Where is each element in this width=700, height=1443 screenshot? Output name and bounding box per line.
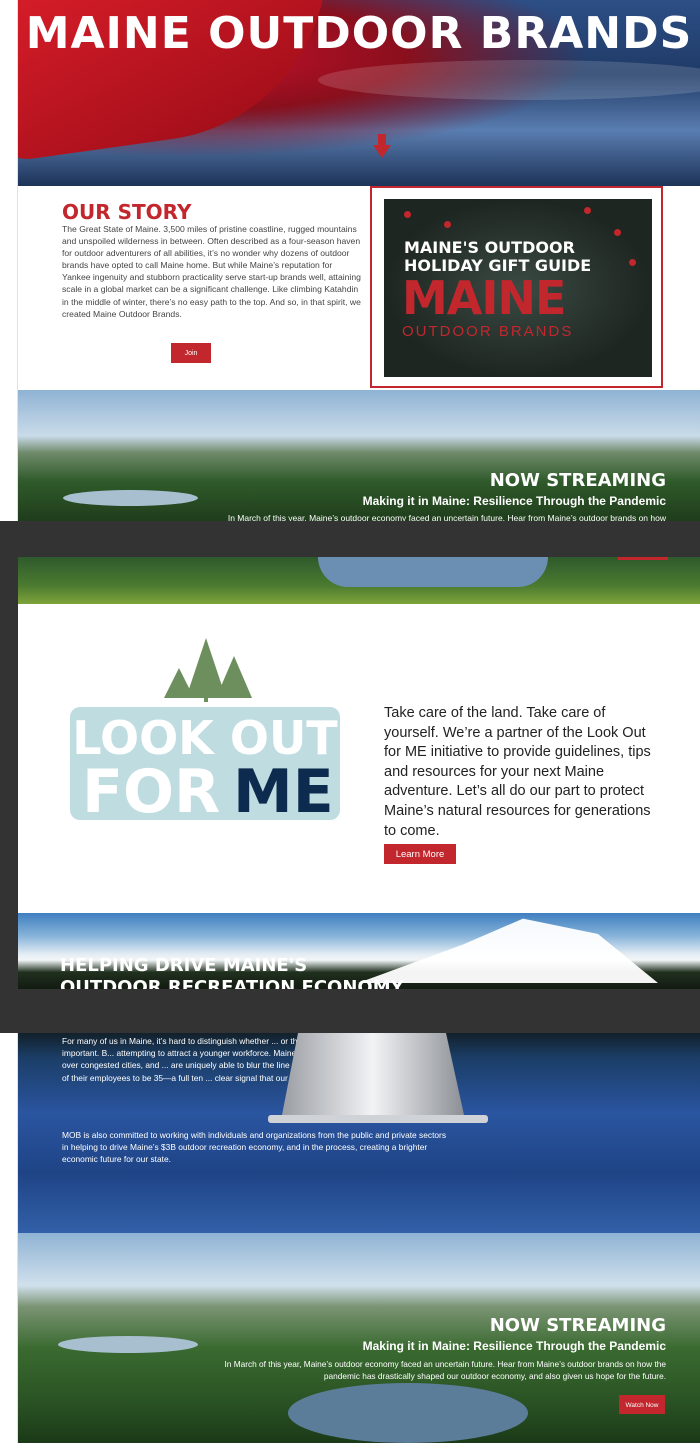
gift-guide-banner[interactable]: MAINE'S OUTDOOR HOLIDAY GIFT GUIDE MAINE… xyxy=(384,199,652,377)
hero-banner: MAINE OUTDOOR BRANDS xyxy=(18,0,700,186)
helping-title-line2: OUTDOOR RECREATION ECONOMY xyxy=(60,977,404,989)
our-story-body: The Great State of Maine. 3,500 miles of… xyxy=(62,224,361,319)
gift-guide-brand: MAINE xyxy=(402,271,566,325)
gift-guide-heading: MAINE'S OUTDOOR HOLIDAY GIFT GUIDE xyxy=(404,239,591,275)
logo-for: FOR xyxy=(82,757,220,826)
water-image xyxy=(318,557,548,587)
forest-strip-image xyxy=(18,557,700,604)
water-ripple xyxy=(318,60,700,100)
gift-guide-subbrand: OUTDOOR BRANDS xyxy=(402,323,574,340)
now-streaming-subtitle: Making it in Maine: Resilience Through t… xyxy=(362,1339,666,1353)
learn-more-button[interactable]: Learn More xyxy=(384,844,456,864)
now-streaming-description: In March of this year, Maine’s outdoor e… xyxy=(224,1359,666,1381)
lake-image xyxy=(58,1336,198,1353)
now-streaming-banner-bottom: NOW STREAMING Making it in Maine: Resili… xyxy=(18,1233,700,1443)
look-out-for-me-logo[interactable]: LOOK OUT FOR ME xyxy=(70,636,340,826)
helping-drive-title: HELPING DRIVE MAINE'S OUTDOOR RECREATION… xyxy=(60,955,404,989)
lake-image xyxy=(288,1383,528,1443)
helping-drive-banner: HELPING DRIVE MAINE'S OUTDOOR RECREATION… xyxy=(18,913,700,989)
berry-decoration xyxy=(614,229,621,236)
our-story-section: OUR STORY The Great State of Maine. 3,50… xyxy=(18,186,700,390)
monitor-stand-image xyxy=(268,1033,488,1123)
pine-trees-icon xyxy=(164,638,252,702)
logo-me: ME xyxy=(233,757,334,826)
hero-title: MAINE OUTDOOR BRANDS xyxy=(25,8,693,59)
economy-paragraph-2: MOB is also committed to working with in… xyxy=(62,1130,447,1165)
now-streaming-banner-top: NOW STREAMING Making it in Maine: Resili… xyxy=(18,390,700,521)
look-out-for-me-text: Take care of the land. Take care of your… xyxy=(384,705,651,839)
join-now-button[interactable]: Join Now xyxy=(171,343,211,377)
helping-title-line1: HELPING DRIVE MAINE'S xyxy=(60,955,308,976)
our-story-title: OUR STORY xyxy=(62,200,192,224)
red-accent xyxy=(618,557,668,560)
scroll-down-arrow-icon[interactable] xyxy=(373,134,391,158)
now-streaming-description: In March of this year, Maine’s outdoor e… xyxy=(227,513,666,521)
now-streaming-title: NOW STREAMING xyxy=(489,470,666,491)
watch-now-button[interactable]: Watch Now xyxy=(619,1395,665,1414)
berry-decoration xyxy=(404,211,411,218)
lake-image xyxy=(63,490,198,506)
now-streaming-title: NOW STREAMING xyxy=(489,1315,666,1336)
berry-decoration xyxy=(629,259,636,266)
now-streaming-subtitle: Making it in Maine: Resilience Through t… xyxy=(362,494,666,508)
berry-decoration xyxy=(444,221,451,228)
berry-decoration xyxy=(584,207,591,214)
look-out-for-me-section: LOOK OUT FOR ME Take care of the land. T… xyxy=(18,604,700,913)
gift-guide-line1: MAINE'S OUTDOOR xyxy=(404,238,575,257)
